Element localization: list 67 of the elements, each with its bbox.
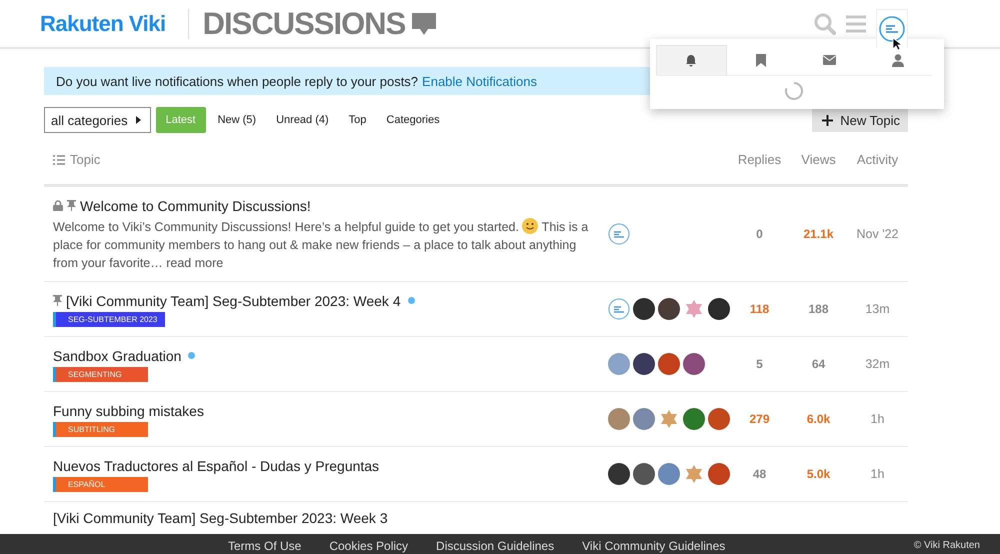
topic-excerpt: Welcome to Viki’s Community Discussions! Here’s a helpful guide to get you started. This is a place for community members to hang out & make new friends – a place to talk about anything from your favorite… read more xyxy=(53,218,590,272)
plus-icon xyxy=(822,114,834,126)
topic-title[interactable]: Funny subbing mistakes xyxy=(53,402,204,418)
activity-time[interactable]: Nov '22 xyxy=(856,227,898,241)
activity-time[interactable]: 13m xyxy=(865,302,890,316)
replies-count: 0 xyxy=(756,227,763,241)
category-badge[interactable]: SEGMENTING xyxy=(53,366,148,382)
star-avatar-icon[interactable] xyxy=(683,463,705,485)
topic-title[interactable]: Welcome to Community Discussions! xyxy=(80,198,311,214)
banner-text: Do you want live notifications when people reply to your posts? xyxy=(56,74,418,88)
user-avatar[interactable] xyxy=(658,298,680,320)
star-avatar-icon[interactable] xyxy=(658,408,680,430)
filter-tab[interactable]: Categories xyxy=(378,107,448,133)
topic-title[interactable]: Nuevos Traductores al Español - Dudas y Preguntas xyxy=(53,458,380,474)
footer-link[interactable]: Terms Of Use xyxy=(228,539,302,553)
copyright-text: © Viki Rakuten xyxy=(914,539,980,553)
user-avatar[interactable] xyxy=(683,353,705,375)
column-header[interactable]: Views xyxy=(801,152,836,167)
filter-tab[interactable]: New (5) xyxy=(210,107,264,133)
filter-tab[interactable]: Top xyxy=(340,107,374,133)
section-title[interactable]: DISCUSSIONS xyxy=(202,6,406,42)
footer-link[interactable]: Discussion Guidelines xyxy=(436,539,554,553)
caret-icon xyxy=(136,116,142,124)
bell-icon xyxy=(685,54,698,67)
filter-tab[interactable]: Unread (4) xyxy=(268,107,337,133)
user-avatar[interactable] xyxy=(633,463,655,485)
user-avatar-button[interactable] xyxy=(876,9,908,48)
replies-count: 5 xyxy=(756,357,763,371)
new-topic-button[interactable]: New Topic xyxy=(812,108,908,132)
activity-time[interactable]: 1h xyxy=(870,412,884,426)
activity-time[interactable]: 1h xyxy=(870,467,884,481)
bookmark-icon xyxy=(756,54,766,66)
topic-title[interactable]: [Viki Community Team] Seg-Subtember 2023: Week 4 xyxy=(66,292,401,308)
views-count: 188 xyxy=(808,302,829,316)
avatar-logo-icon[interactable] xyxy=(608,223,630,245)
read-more-link[interactable]: read more xyxy=(166,256,224,270)
views-count: 5.0k xyxy=(806,467,830,481)
avatar-logo-icon xyxy=(879,16,905,42)
speech-bubble-icon xyxy=(411,10,438,36)
category-badge[interactable]: SEG-SUBTEMBER 2023 xyxy=(53,312,166,326)
replies-count: 48 xyxy=(752,467,766,481)
enable-notifications-link[interactable]: Enable Notifications xyxy=(422,74,537,88)
replies-count: 279 xyxy=(749,412,770,426)
mouse-cursor-icon xyxy=(892,37,902,51)
envelope-icon xyxy=(822,55,836,65)
topic-title[interactable]: [Viki Community Team] Seg-Subtember 2023: Week 3 xyxy=(53,510,388,526)
replies-count: 118 xyxy=(750,302,770,316)
activity-time[interactable]: 32m xyxy=(865,357,890,371)
column-header[interactable]: Replies xyxy=(738,152,782,167)
list-icon xyxy=(53,154,65,164)
column-header[interactable]: Topic xyxy=(70,152,100,167)
user-avatar[interactable] xyxy=(633,353,655,375)
user-avatar[interactable] xyxy=(608,463,630,485)
topic-title[interactable]: Sandbox Graduation xyxy=(53,348,182,364)
user-avatar[interactable] xyxy=(708,298,730,320)
smiley-icon xyxy=(522,218,538,234)
column-header[interactable]: Activity xyxy=(856,152,898,167)
views-count: 64 xyxy=(812,357,826,371)
views-count: 6.0k xyxy=(806,412,830,426)
footer-link[interactable]: Viki Community Guidelines xyxy=(582,539,726,553)
footer-link[interactable]: Cookies Policy xyxy=(329,539,408,553)
star-avatar-icon[interactable] xyxy=(683,298,705,320)
user-avatar[interactable] xyxy=(633,298,655,320)
menu-tab[interactable] xyxy=(656,45,726,75)
views-count: 21.1k xyxy=(803,227,834,241)
user-icon xyxy=(892,54,904,66)
category-dropdown[interactable]: all categories xyxy=(44,107,151,133)
